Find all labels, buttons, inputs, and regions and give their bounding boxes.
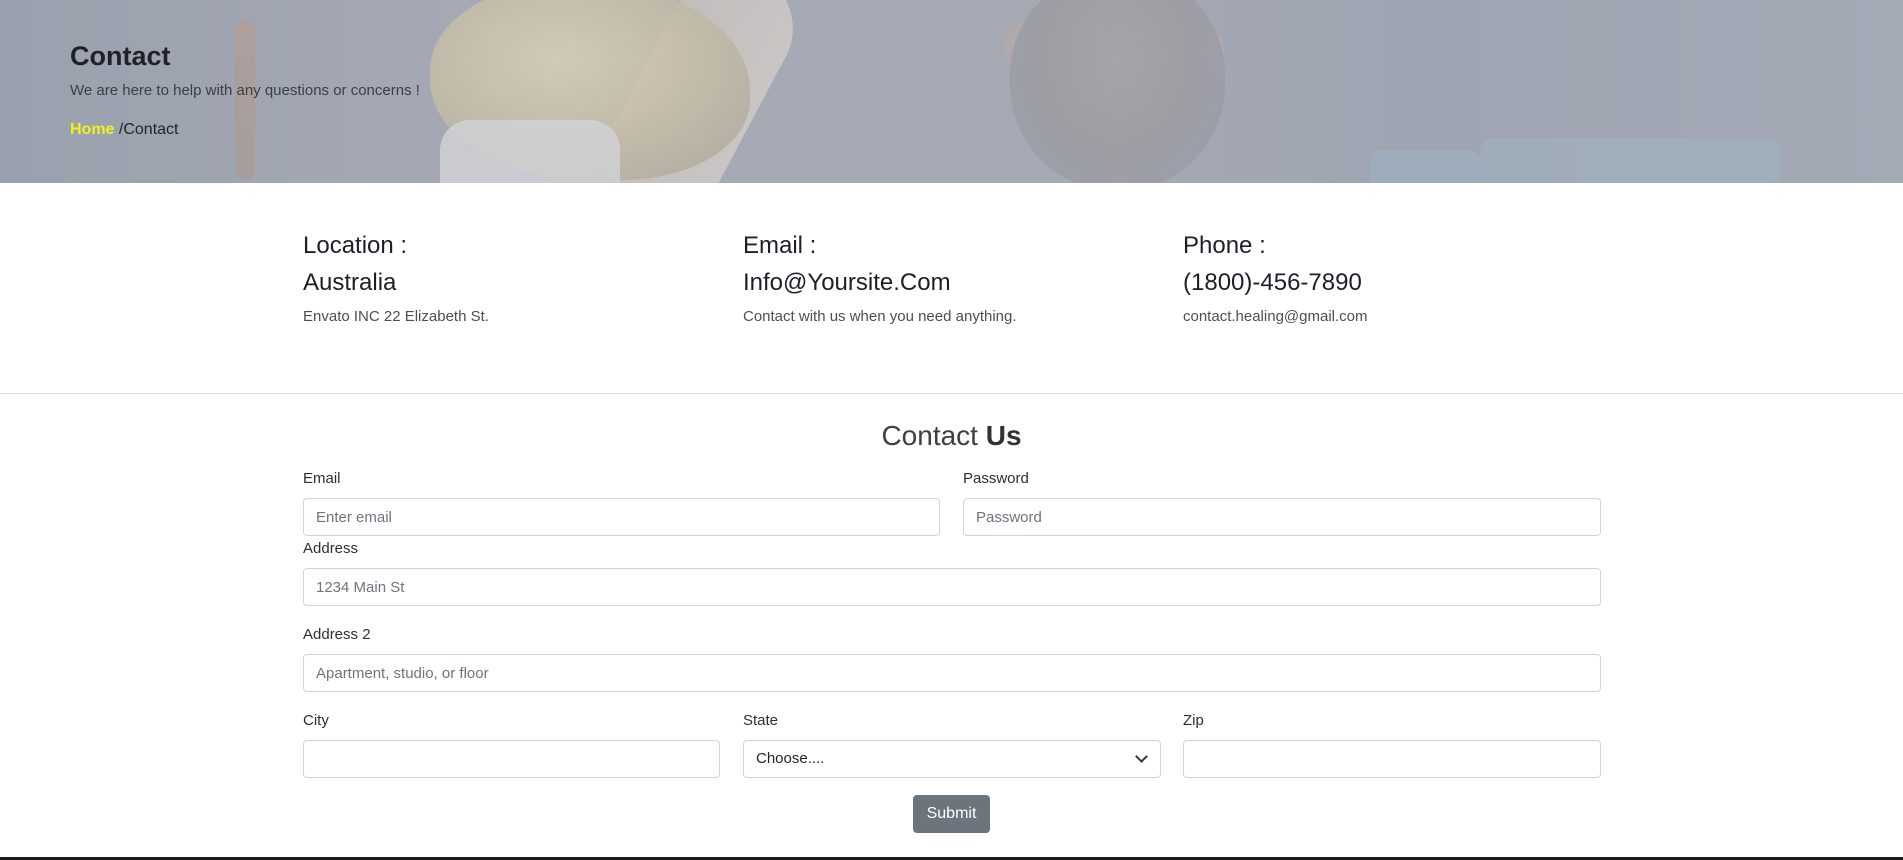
page-subtitle: We are here to help with any questions o… xyxy=(70,82,420,99)
breadcrumb: Home /Contact xyxy=(70,121,420,139)
submit-button[interactable]: Submit xyxy=(913,795,990,833)
page-title: Contact xyxy=(70,41,171,71)
info-email: Email : Info@Yoursite.Com Contact with u… xyxy=(743,231,1163,325)
breadcrumb-home-link[interactable]: Home xyxy=(70,121,114,138)
info-location-heading: Location : xyxy=(303,232,408,259)
contact-form-title: Contact Us xyxy=(0,420,1903,452)
contact-form-title-plain: Contact xyxy=(881,420,986,451)
background-sofa xyxy=(1480,138,1780,183)
zip-label: Zip xyxy=(1183,712,1204,729)
chevron-down-icon xyxy=(1135,750,1148,763)
info-location: Location : Australia Envato INC 22 Eliza… xyxy=(303,231,723,325)
email-field[interactable] xyxy=(303,498,940,536)
address-label: Address xyxy=(303,540,359,557)
address-field[interactable] xyxy=(303,568,1601,606)
info-email-detail: Contact with us when you need anything. xyxy=(743,308,1017,325)
info-location-value: Australia xyxy=(303,269,397,296)
info-location-detail: Envato INC 22 Elizabeth St. xyxy=(303,308,489,325)
info-email-heading: Email : xyxy=(743,232,817,259)
city-field[interactable] xyxy=(303,740,720,778)
breadcrumb-separator: / xyxy=(114,121,124,138)
info-phone-value: (1800)-456-7890 xyxy=(1183,269,1362,296)
zip-field[interactable] xyxy=(1183,740,1601,778)
contact-form-title-bold: Us xyxy=(985,420,1022,451)
hero-banner: Contact We are here to help with any que… xyxy=(0,0,1903,183)
hero-content: Contact We are here to help with any que… xyxy=(70,40,420,139)
info-phone: Phone : (1800)-456-7890 contact.healing@… xyxy=(1183,231,1603,325)
state-select[interactable]: Choose.... xyxy=(743,740,1161,778)
background-collar xyxy=(440,120,620,183)
state-label: State xyxy=(743,712,779,729)
password-field[interactable] xyxy=(963,498,1601,536)
background-person-head xyxy=(1010,0,1225,183)
address2-label: Address 2 xyxy=(303,626,371,643)
address2-field[interactable] xyxy=(303,654,1601,692)
email-label: Email xyxy=(303,470,341,487)
info-email-value: Info@Yoursite.Com xyxy=(743,269,951,296)
state-select-value: Choose.... xyxy=(756,750,825,767)
info-phone-detail: contact.healing@gmail.com xyxy=(1183,308,1368,325)
breadcrumb-current: Contact xyxy=(123,121,179,138)
password-label: Password xyxy=(963,470,1029,487)
contact-info-section: Location : Australia Envato INC 22 Eliza… xyxy=(0,183,1903,394)
background-chair xyxy=(1370,150,1480,183)
city-label: City xyxy=(303,712,329,729)
info-phone-heading: Phone : xyxy=(1183,232,1266,259)
